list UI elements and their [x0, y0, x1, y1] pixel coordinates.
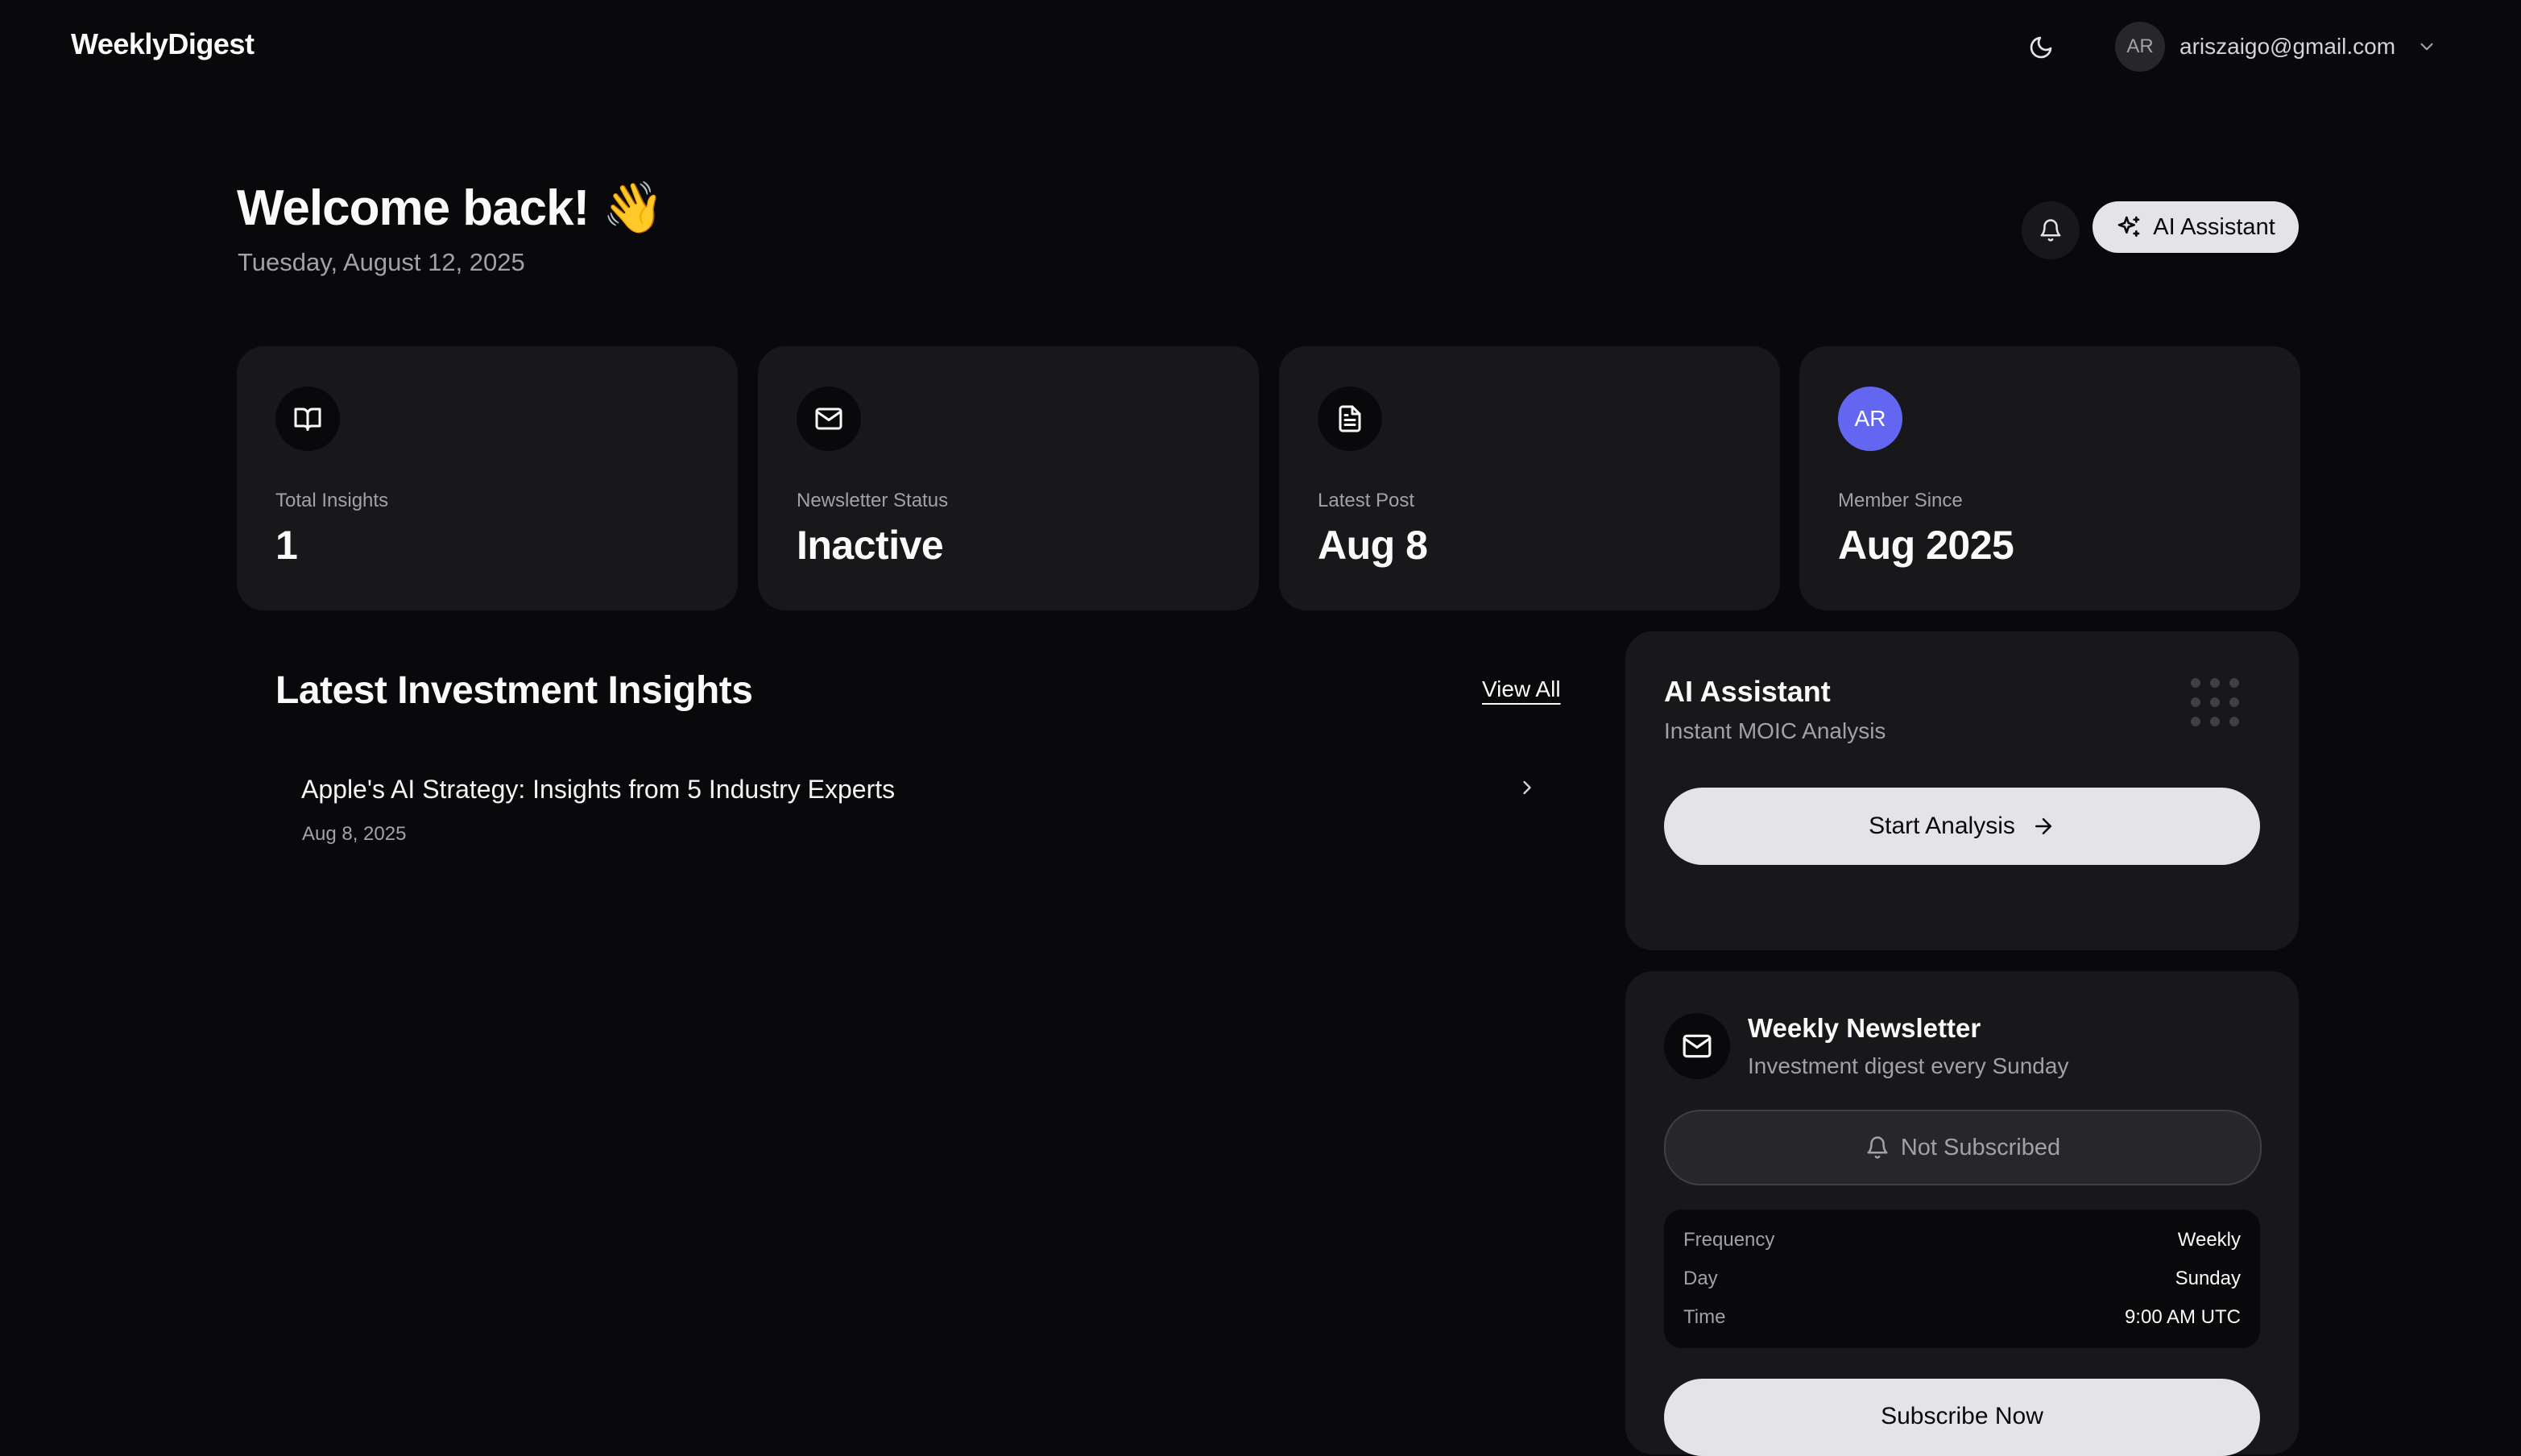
subscription-status-label: Not Subscribed	[1900, 1134, 2061, 1160]
stat-label: Newsletter Status	[797, 490, 949, 511]
ai-assistant-card: AI Assistant Instant MOIC Analysis Start…	[1625, 631, 2299, 950]
sparkles-icon	[2117, 216, 2140, 237]
stat-card-total-insights: Total Insights 1	[237, 346, 738, 610]
ai-assistant-button[interactable]: AI Assistant	[2093, 201, 2299, 253]
card-subtitle: Investment digest every Sunday	[1748, 1053, 2069, 1078]
stat-label: Total Insights	[275, 490, 389, 511]
arrow-right-icon	[2035, 818, 2051, 834]
stat-card-latest-post: Latest Post Aug 8	[1279, 346, 1780, 610]
start-analysis-label: Start Analysis	[1869, 813, 2015, 839]
detail-label: Frequency	[1683, 1229, 1775, 1251]
newsletter-details: Frequency Weekly Day Sunday Time 9:00 AM…	[1664, 1210, 2260, 1348]
chevron-right-icon	[1516, 776, 1538, 803]
card-subtitle: Instant MOIC Analysis	[1664, 718, 1886, 743]
mail-icon	[1664, 1013, 1730, 1079]
theme-toggle-button[interactable]	[2022, 29, 2060, 66]
insight-date: Aug 8, 2025	[302, 823, 407, 845]
ai-assistant-label: AI Assistant	[2153, 213, 2275, 240]
stat-value: Aug 2025	[1838, 523, 2014, 568]
detail-row: Frequency Weekly	[1683, 1224, 2241, 1256]
book-open-icon	[275, 387, 340, 451]
mail-icon	[797, 387, 861, 451]
stat-value: 1	[275, 523, 298, 568]
bell-icon	[2040, 219, 2061, 242]
notifications-button[interactable]	[2022, 201, 2080, 259]
dots-grid-icon	[2191, 678, 2250, 738]
top-nav: WeeklyDigest AR ariszaigo@gmail.com	[0, 0, 2521, 95]
detail-value: 9:00 AM UTC	[2124, 1306, 2241, 1328]
detail-label: Day	[1683, 1268, 1718, 1289]
detail-label: Time	[1683, 1306, 1726, 1328]
detail-value: Weekly	[2177, 1229, 2241, 1251]
section-title: Latest Investment Insights	[275, 669, 753, 712]
subscription-status-button[interactable]: Not Subscribed	[1664, 1110, 2262, 1185]
card-title: AI Assistant	[1664, 675, 1831, 708]
insight-item[interactable]: Apple's AI Strategy: Insights from 5 Ind…	[275, 757, 1567, 862]
detail-row: Day Sunday	[1683, 1263, 2241, 1295]
card-title: Weekly Newsletter	[1748, 1013, 1981, 1043]
view-all-link[interactable]: View All	[1482, 676, 1561, 702]
start-analysis-button[interactable]: Start Analysis	[1664, 788, 2260, 865]
stat-label: Latest Post	[1318, 490, 1415, 511]
detail-row: Time 9:00 AM UTC	[1683, 1301, 2241, 1334]
page-title: Welcome back! 👋	[237, 180, 664, 236]
moon-icon	[2030, 36, 2052, 59]
brand-logo[interactable]: WeeklyDigest	[71, 27, 255, 61]
stat-card-newsletter-status: Newsletter Status Inactive	[758, 346, 1259, 610]
stat-label: Member Since	[1838, 490, 1963, 511]
account-email: ariszaigo@gmail.com	[2179, 34, 2396, 59]
stat-value: Aug 8	[1318, 523, 1428, 568]
stat-card-member-since: AR Member Since Aug 2025	[1799, 346, 2300, 610]
bell-icon	[1867, 1136, 1888, 1159]
subscribe-now-button[interactable]: Subscribe Now	[1664, 1379, 2260, 1456]
newsletter-card: Weekly Newsletter Investment digest ever…	[1625, 971, 2299, 1456]
stat-value: Inactive	[797, 523, 944, 568]
account-menu[interactable]: AR ariszaigo@gmail.com	[2115, 21, 2437, 72]
chevron-down-icon	[2416, 36, 2437, 57]
detail-value: Sunday	[2175, 1268, 2241, 1289]
current-date: Tuesday, August 12, 2025	[238, 248, 525, 276]
file-text-icon	[1318, 387, 1382, 451]
insight-title: Apple's AI Strategy: Insights from 5 Ind…	[301, 775, 896, 804]
avatar: AR	[2115, 22, 2165, 72]
avatar: AR	[1838, 387, 1902, 451]
